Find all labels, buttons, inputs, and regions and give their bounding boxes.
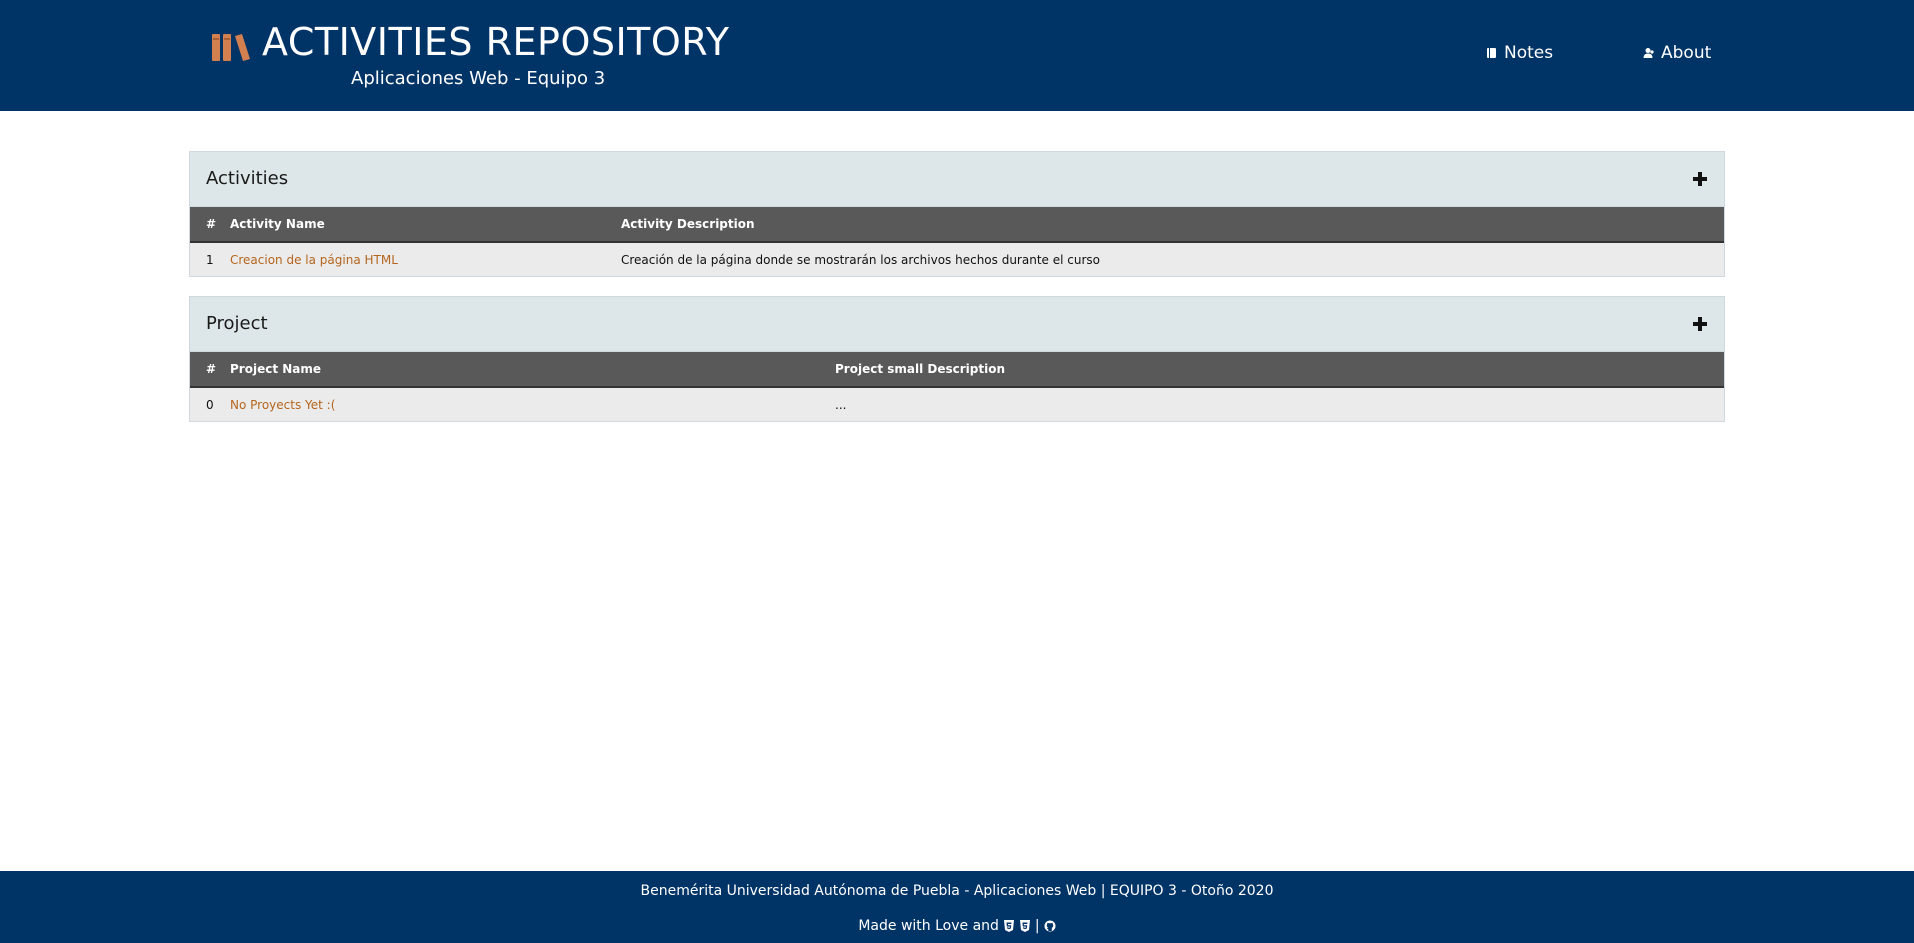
- footer-credits: Benemérita Universidad Autónoma de Puebl…: [640, 883, 1274, 899]
- top-bar: ACTIVITIES REPOSITORY Aplicaciones Web -…: [0, 0, 1914, 111]
- books-icon: [212, 34, 250, 61]
- project-table: # Project Name Project small Description…: [190, 352, 1724, 421]
- nav-link-notes[interactable]: Notes: [1486, 43, 1553, 63]
- project-title: Project: [206, 313, 268, 334]
- users-icon: [1643, 48, 1654, 58]
- brand[interactable]: ACTIVITIES REPOSITORY Aplicaciones Web -…: [211, 20, 729, 95]
- row-number: 1: [206, 252, 214, 267]
- project-link[interactable]: No Proyects Yet :(: [230, 398, 335, 412]
- github-icon[interactable]: [1044, 920, 1056, 932]
- column-header: #: [206, 362, 217, 376]
- column-header: Project small Description: [835, 362, 1005, 376]
- nav-link-label: Notes: [1504, 43, 1554, 63]
- table-header-row: # Activity Name Activity Description: [190, 207, 1724, 242]
- nav-link-label: About: [1661, 43, 1712, 63]
- table-row: 0 No Proyects Yet :( ...: [190, 387, 1724, 421]
- activities-panel: Activities # Activity Name Activity Desc…: [189, 151, 1725, 277]
- activity-description: Creación de la página donde se mostrarán…: [621, 252, 1100, 267]
- page-title: ACTIVITIES REPOSITORY: [262, 20, 730, 64]
- project-panel: Project # Project Name Project small Des…: [189, 296, 1725, 422]
- page-subtitle: Aplicaciones Web - Equipo 3: [351, 68, 606, 89]
- column-header: Activity Name: [230, 217, 325, 231]
- table-row: 1 Creacion de la página HTML Creación de…: [190, 242, 1724, 276]
- project-description: ...: [835, 397, 847, 412]
- html5-icon: [1003, 920, 1014, 932]
- book-icon: [1487, 48, 1496, 58]
- column-header: #: [206, 217, 217, 231]
- row-number: 0: [206, 397, 214, 412]
- activities-title: Activities: [206, 168, 289, 189]
- table-header-row: # Project Name Project small Description: [190, 352, 1724, 387]
- activities-table: # Activity Name Activity Description 1 C…: [190, 207, 1724, 276]
- footer-separator: |: [1034, 918, 1040, 934]
- footer-made-with: Made with Love and |: [0, 918, 1914, 934]
- footer: Benemérita Universidad Autónoma de Puebl…: [0, 871, 1914, 943]
- column-header: Project Name: [230, 362, 322, 376]
- column-header: Activity Description: [621, 217, 755, 231]
- made-with-text: Made with Love and: [858, 918, 999, 934]
- plus-icon[interactable]: [1692, 316, 1708, 332]
- project-panel-header: Project: [190, 297, 1724, 352]
- activity-name-cell: Creacion de la página HTML: [224, 242, 615, 276]
- project-name-cell: No Proyects Yet :(: [224, 387, 829, 421]
- css3-icon: [1019, 920, 1030, 932]
- activities-panel-header: Activities: [190, 152, 1724, 207]
- nav-link-about[interactable]: About: [1643, 43, 1711, 63]
- activity-link[interactable]: Creacion de la página HTML: [230, 253, 398, 267]
- plus-icon[interactable]: [1692, 171, 1708, 187]
